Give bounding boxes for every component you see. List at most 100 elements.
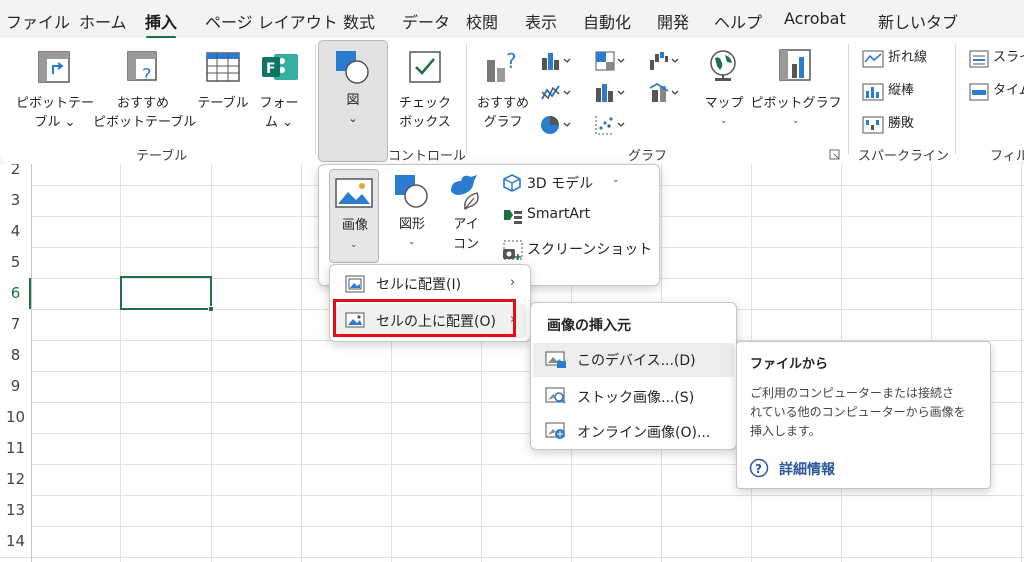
image-caret-icon: ⌄ <box>350 240 358 250</box>
table-icon <box>206 52 240 82</box>
tab-home[interactable]: ホーム <box>79 9 127 33</box>
recommended-charts-label-2: グラフ <box>483 115 523 130</box>
illustrations-label: 図 <box>346 93 360 108</box>
row-gridline <box>0 495 1024 496</box>
row-header[interactable]: 5 <box>0 247 31 278</box>
picture-icon <box>335 178 373 208</box>
3d-models-label: 3D モデル <box>527 176 594 192</box>
sparkline-line-label: 折れ線 <box>888 50 928 65</box>
tab-help[interactable]: ヘルプ <box>714 9 762 33</box>
place-in-cell-icon <box>345 275 365 293</box>
row-header[interactable]: 10 <box>0 402 31 433</box>
tab-data[interactable]: データ <box>402 9 450 33</box>
column-chart-icon[interactable] <box>540 50 574 72</box>
row-header[interactable]: 3 <box>0 185 31 216</box>
tab-formulas[interactable]: 数式 <box>343 9 375 33</box>
checkbox-label-2: ボックス <box>399 115 451 130</box>
hierarchy-chart-icon[interactable] <box>594 50 628 72</box>
combo-chart-icon[interactable] <box>648 82 682 104</box>
row-header-border <box>31 164 32 562</box>
map-label: マップ <box>704 96 744 111</box>
tooltip-title: ファイルから <box>750 357 829 372</box>
checkbox-icon <box>409 51 441 83</box>
bird-leaf-icon <box>451 175 479 211</box>
column-gridline <box>211 164 212 562</box>
tab-view[interactable]: 表示 <box>525 9 557 33</box>
group-separator <box>315 44 316 154</box>
row-header[interactable]: 8 <box>0 340 31 371</box>
online-images-label: オンライン画像(O)... <box>577 425 711 441</box>
tooltip-body-line3: 挿入します。 <box>750 424 821 438</box>
screenshot-caret-icon: ⌄ <box>627 241 635 251</box>
tab-file[interactable]: ファイル <box>6 9 70 33</box>
recommended-pivot-label-1: おすすめ <box>116 96 169 111</box>
shapes-caret-icon: ⌄ <box>408 237 416 247</box>
tab-page-layout[interactable]: ページ レイアウト <box>205 9 338 33</box>
screenshot-icon <box>503 240 523 260</box>
sparkline-winloss-label: 勝敗 <box>888 116 915 131</box>
group-separator <box>466 44 467 154</box>
ribbon-tab-bar: ファイル ホーム 挿入 ページ レイアウト 数式 データ 校閲 表示 自動化 開… <box>0 0 1024 39</box>
tab-insert[interactable]: 挿入 <box>145 9 177 39</box>
statistic-chart-icon[interactable] <box>594 82 628 104</box>
this-device-label: このデバイス...(D) <box>577 353 696 369</box>
checkbox-label-1: チェック <box>398 96 451 111</box>
shapes-icon <box>395 175 428 208</box>
row-header-selected[interactable]: 6 <box>0 278 31 309</box>
table-label: テーブル <box>197 96 249 111</box>
row-header[interactable]: 2 <box>0 164 31 185</box>
waterfall-chart-icon[interactable] <box>648 50 682 72</box>
tab-new-tab[interactable]: 新しいタブ <box>878 9 958 33</box>
column-gridline <box>301 164 302 562</box>
recommended-charts-label-1: おすすめ <box>476 96 529 111</box>
active-cell[interactable] <box>120 276 214 312</box>
row-header[interactable]: 13 <box>0 495 31 526</box>
pivot-table-icon <box>38 51 70 83</box>
map-caret-icon: ⌄ <box>720 116 728 126</box>
pivot-table-label-2: ブル ⌄ <box>34 115 76 130</box>
group-separator <box>955 44 956 154</box>
row-header[interactable]: 9 <box>0 371 31 402</box>
sparkline-column-label: 縦棒 <box>888 83 915 98</box>
ribbon: ピボットテー ブル ⌄ ? おすすめ ピボットテーブル テーブル F フォー ム… <box>0 38 1024 164</box>
group-label-table: テーブル <box>136 149 188 164</box>
illustrations-button[interactable]: 図 ⌄ <box>318 40 388 162</box>
help-icon: ? <box>749 458 769 478</box>
row-header[interactable]: 12 <box>0 464 31 495</box>
tab-automate[interactable]: 自動化 <box>583 9 631 33</box>
tooltip-body-line1: ご利用のコンピューターまたは接続さ <box>750 386 955 400</box>
learn-more-label: 詳細情報 <box>779 462 835 478</box>
scatter-chart-icon[interactable] <box>594 114 628 136</box>
globe-icon <box>710 50 736 81</box>
tab-acrobat[interactable]: Acrobat <box>784 9 846 28</box>
group-label-sparklines: スパークライン <box>858 149 950 164</box>
row-header[interactable]: 14 <box>0 526 31 557</box>
insert-from-header: 画像の挿入元 <box>547 318 631 334</box>
tab-developer[interactable]: 開発 <box>657 9 689 33</box>
fill-handle[interactable] <box>208 306 214 312</box>
timeline-label: タイム <box>993 83 1024 98</box>
shapes-icon <box>336 51 369 84</box>
row-gridline <box>0 526 1024 527</box>
smartart-label: SmartArt <box>527 206 591 222</box>
row-header[interactable]: 11 <box>0 433 31 464</box>
cube-icon <box>503 174 521 192</box>
recommended-charts-icon: ? <box>487 49 517 82</box>
forms-label-2: ム ⌄ <box>264 115 294 130</box>
svg-text:?: ? <box>755 462 762 476</box>
row-header[interactable]: 7 <box>0 309 31 340</box>
line-chart-icon[interactable] <box>540 82 574 104</box>
row-header[interactable]: 4 <box>0 216 31 247</box>
this-device-item[interactable]: このデバイス...(D) <box>533 343 734 377</box>
pivot-chart-label: ピボットグラフ <box>750 96 842 111</box>
dialog-launcher-icon[interactable] <box>829 149 841 161</box>
smartart-icon <box>504 210 522 224</box>
image-button[interactable]: 画像 ⌄ <box>329 169 379 263</box>
tab-review[interactable]: 校閲 <box>466 9 498 33</box>
group-label-charts: グラフ <box>628 149 668 164</box>
sparkline-winloss-icon <box>862 116 884 134</box>
pie-chart-icon[interactable] <box>540 114 574 136</box>
stock-images-label: ストック画像...(S) <box>577 390 695 406</box>
group-label-filters: フィル <box>990 149 1024 164</box>
forms-label-1: フォー <box>259 96 299 111</box>
